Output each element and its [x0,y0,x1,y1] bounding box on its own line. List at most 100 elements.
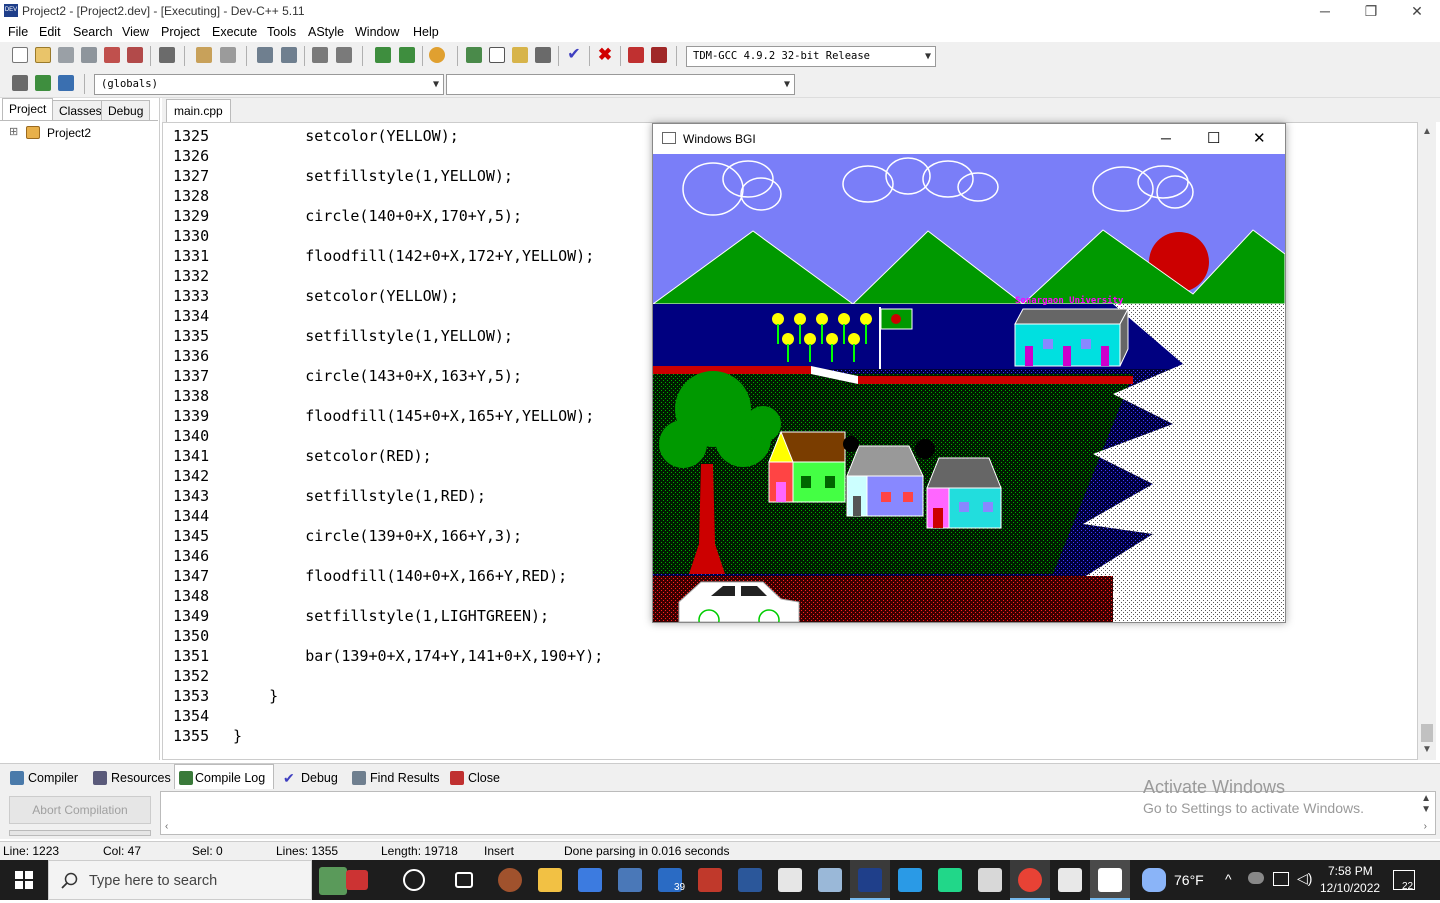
network-icon[interactable] [1273,872,1289,886]
tab-compiler[interactable]: Compiler [8,767,78,789]
chrome-icon[interactable] [1018,868,1042,892]
code-line[interactable]: floodfill(142+0+X,172+Y,YELLOW); [233,247,594,265]
new-file-icon[interactable] [12,47,28,63]
code-line[interactable]: } [233,687,278,705]
code-line[interactable]: circle(140+0+X,170+Y,5); [233,207,522,225]
code-line[interactable]: setcolor(RED); [233,447,431,465]
tab-project[interactable]: Project [2,98,54,120]
bgi-close-button[interactable]: ✕ [1253,129,1266,147]
menu-search[interactable]: Search [73,25,113,39]
taskbar-search-box[interactable]: Type here to search [48,860,347,900]
menu-edit[interactable]: Edit [39,25,61,39]
compile-icon[interactable] [466,47,482,63]
code-line[interactable]: bar(139+0+X,174+Y,141+0+X,190+Y); [233,647,603,665]
clock-date[interactable]: 12/10/2022 [1320,881,1380,895]
documents-icon[interactable] [978,868,1002,892]
close-file-icon[interactable] [104,47,120,63]
undo-icon[interactable] [196,47,212,63]
weather-icon[interactable] [1142,868,1166,892]
close-all-icon[interactable] [127,47,143,63]
volume-icon[interactable]: ◁) [1297,870,1312,887]
spin-down-icon[interactable]: ▼ [1421,804,1431,815]
spin-up-icon[interactable]: ▲ [1421,793,1431,804]
bookmark-icon[interactable] [399,47,415,63]
code-line[interactable]: floodfill(140+0+X,166+Y,RED); [233,567,567,585]
code-line[interactable]: setfillstyle(1,YELLOW); [233,327,513,345]
find-icon[interactable] [257,47,273,63]
tree-expand-icon[interactable]: ⊞ [9,125,18,138]
tab-debug[interactable]: Debug [101,100,151,120]
toggle-icon[interactable] [429,47,445,63]
onedrive-icon[interactable] [1248,872,1264,884]
syntax-check-icon[interactable]: ✔ [566,47,582,63]
pen-app-icon[interactable] [818,868,842,892]
redo-icon[interactable] [220,47,236,63]
store-icon[interactable] [578,868,602,892]
profile-icon[interactable] [628,47,644,63]
start-button[interactable] [0,860,48,900]
stop-execution-icon[interactable]: ✖ [597,46,613,63]
tab-close[interactable]: Close [448,767,500,789]
open-file-icon[interactable] [35,47,51,63]
menu-window[interactable]: Window [355,25,399,39]
scroll-down-icon[interactable]: ▼ [1422,744,1432,755]
close-button[interactable]: ✕ [1394,0,1440,22]
menu-help[interactable]: Help [413,25,439,39]
save-icon[interactable] [58,47,74,63]
code-line[interactable]: circle(139+0+X,166+Y,3); [233,527,522,545]
compile-run-icon[interactable] [512,47,528,63]
print-icon[interactable] [159,47,175,63]
abort-compilation-button[interactable]: Abort Compilation [9,796,151,824]
indent-icon[interactable] [312,47,328,63]
replace-icon[interactable] [281,47,297,63]
gift-icon[interactable] [346,870,368,890]
menu-view[interactable]: View [122,25,149,39]
minimize-button[interactable]: ─ [1302,0,1348,22]
tab-compile-log[interactable]: Compile Log [174,764,274,790]
scroll-right-icon[interactable]: › [1424,821,1427,832]
run-icon[interactable] [489,47,505,63]
code-line[interactable]: setfillstyle(1,YELLOW); [233,167,513,185]
tab-resources[interactable]: Resources [91,767,171,789]
restore-button[interactable]: ❐ [1348,0,1394,22]
vscode-icon[interactable] [898,868,922,892]
editor-vertical-scrollbar[interactable]: ▲ ▼ [1418,122,1436,760]
bgi-window-taskbar-icon[interactable] [1098,868,1122,892]
tab-main-cpp[interactable]: main.cpp [166,99,231,122]
code-line[interactable]: circle(143+0+X,163+Y,5); [233,367,522,385]
code-line[interactable]: setfillstyle(1,LIGHTGREEN); [233,607,549,625]
scope-select[interactable]: (globals) ▼ [94,74,444,95]
app-red-icon[interactable] [698,868,722,892]
tree-item-project2[interactable]: Project2 [47,126,91,140]
code-line[interactable]: setcolor(YELLOW); [233,127,459,145]
menu-tools[interactable]: Tools [267,25,296,39]
weather-temp[interactable]: 76°F [1174,872,1204,888]
insert-icon[interactable] [12,75,28,91]
clock-time[interactable]: 7:58 PM [1328,864,1373,878]
task-view-icon[interactable] [455,872,473,888]
code-line[interactable]: setcolor(YELLOW); [233,287,459,305]
tab-find-results[interactable]: Find Results [350,767,439,789]
console-window-icon[interactable] [1058,868,1082,892]
code-line[interactable]: setfillstyle(1,RED); [233,487,486,505]
word-icon[interactable] [738,868,762,892]
cortana-icon[interactable] [403,869,425,891]
menu-astyle[interactable]: AStyle [308,25,344,39]
unindent-icon[interactable] [336,47,352,63]
compiler-select[interactable]: TDM-GCC 4.9.2 32-bit Release ▼ [686,46,936,67]
scroll-left-icon[interactable]: ‹ [165,821,168,832]
goto-declaration-icon[interactable] [35,75,51,91]
menu-execute[interactable]: Execute [212,25,257,39]
file-explorer-icon[interactable] [538,868,562,892]
scroll-up-icon[interactable]: ▲ [1422,126,1432,137]
pycharm-icon[interactable] [938,868,962,892]
rebuild-all-icon[interactable] [535,47,551,63]
goto-definition-icon[interactable] [58,75,74,91]
photos-icon[interactable] [618,868,642,892]
menu-project[interactable]: Project [161,25,200,39]
user-avatar-icon[interactable] [498,868,522,892]
bgi-minimize-button[interactable]: ─ [1161,130,1171,146]
menu-file[interactable]: File [8,25,28,39]
code-line[interactable]: floodfill(145+0+X,165+Y,YELLOW); [233,407,594,425]
goto-line-icon[interactable] [375,47,391,63]
